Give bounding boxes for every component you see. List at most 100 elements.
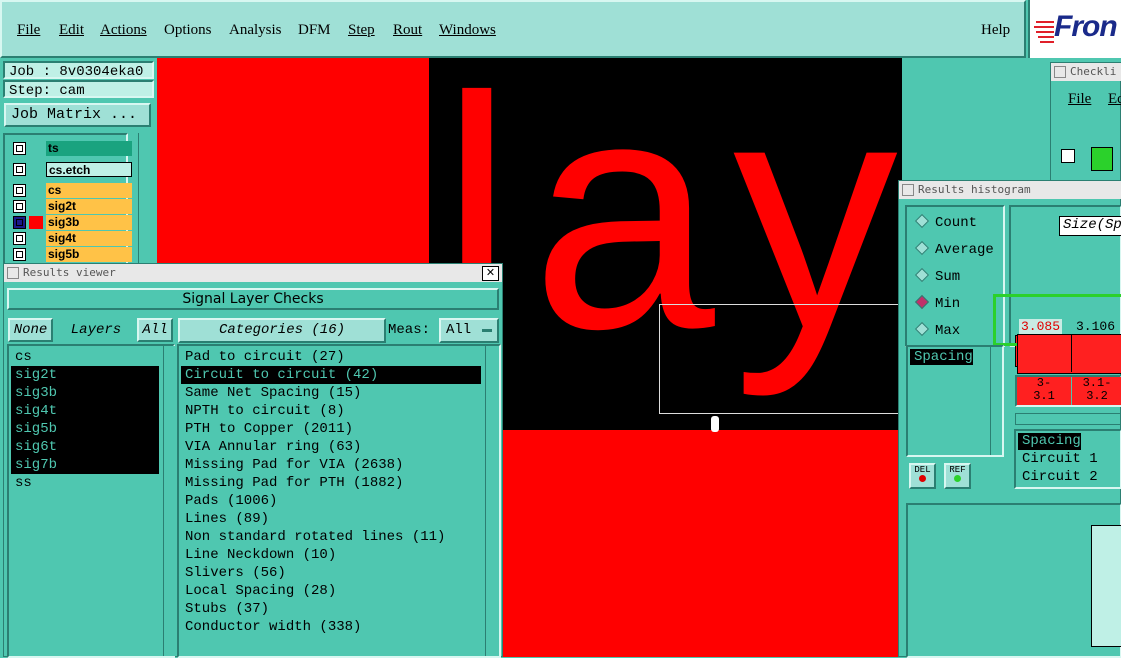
layer-row-ts[interactable]: ts (11, 141, 132, 156)
layer-checkbox[interactable] (13, 216, 26, 229)
category-list-item[interactable]: Non standard rotated lines (11) (181, 528, 481, 546)
close-icon[interactable]: ✕ (482, 266, 499, 281)
layer-list-item[interactable]: sig2t (11, 366, 159, 384)
layer-checkbox[interactable] (13, 184, 26, 197)
job-panel: Job : 8v0304eka0 Step: cam Job Matrix ..… (0, 58, 157, 268)
category-list-item[interactable]: Stubs (37) (181, 600, 481, 618)
layers-label: Layers (70, 322, 122, 338)
category-list-item[interactable]: Line Neckdown (10) (181, 546, 481, 564)
category-list-item[interactable]: Lines (89) (181, 510, 481, 528)
category-list-item[interactable]: Local Spacing (28) (181, 582, 481, 600)
menu-help[interactable]: Help (981, 22, 1010, 39)
option-sum[interactable]: Sum (914, 267, 960, 285)
window-menu-icon[interactable] (902, 184, 914, 196)
marker (711, 416, 719, 432)
layer-checkbox[interactable] (13, 163, 26, 176)
job-matrix-button[interactable]: Job Matrix ... (4, 103, 151, 127)
layer-list-item[interactable]: sig6t (11, 438, 159, 456)
categories-button[interactable]: Categories (16) (178, 318, 386, 343)
category-list-item[interactable]: Conductor width (338) (181, 618, 481, 636)
checklist-menu-file[interactable]: File (1068, 91, 1091, 108)
menu-step[interactable]: Step (348, 22, 375, 39)
results-viewer-titlebar[interactable]: Results viewer (4, 264, 502, 282)
menu-actions[interactable]: Actions (100, 22, 147, 39)
layer-row-sig4t[interactable]: sig4t (11, 231, 132, 246)
category-list-item[interactable]: PTH to Copper (2011) (181, 420, 481, 438)
layer-row-sig2t[interactable]: sig2t (11, 199, 132, 214)
categories-scrollbar[interactable] (485, 346, 497, 656)
meas-select[interactable]: All (439, 318, 499, 343)
check-icon[interactable] (1061, 149, 1075, 163)
layer-list-item[interactable]: sig7b (11, 456, 159, 474)
menu-analysis[interactable]: Analysis (229, 22, 282, 39)
histogram-bars[interactable] (1017, 334, 1121, 374)
layer-list-item[interactable]: sig5b (11, 420, 159, 438)
layer-list-item[interactable]: cs (11, 348, 159, 366)
layer-name: sig3b (46, 215, 132, 230)
layer-list: ts cs.etch cs sig2t sig3b sig4t sig5b (3, 133, 132, 268)
category-list-item[interactable]: NPTH to circuit (8) (181, 402, 481, 420)
layer-name: sig5b (46, 247, 132, 262)
none-button[interactable]: None (8, 318, 53, 342)
category-list-item[interactable]: Missing Pad for VIA (2638) (181, 456, 481, 474)
detail-item[interactable]: Spacing (1018, 433, 1081, 450)
layer-row-sig3b[interactable]: sig3b (11, 215, 132, 230)
brand-logo: Fron (1028, 0, 1121, 58)
category-list-item[interactable]: Slivers (56) (181, 564, 481, 582)
detail-list: Spacing Circuit 1 Circuit 2 (1014, 429, 1121, 489)
layers-scrollbar[interactable] (163, 346, 175, 656)
layer-list-item[interactable]: ss (11, 474, 159, 492)
menu-options[interactable]: Options (164, 22, 212, 39)
option-count[interactable]: Count (914, 213, 977, 231)
window-menu-icon[interactable] (1054, 66, 1066, 78)
layer-list-scrollbar[interactable] (138, 133, 150, 268)
detail-item[interactable]: Circuit 2 (1018, 469, 1098, 486)
categories-listbox: Pad to circuit (27) Circuit to circuit (4… (177, 344, 501, 658)
category-list-item[interactable]: Pads (1006) (181, 492, 481, 510)
menu-dfm[interactable]: DFM (298, 22, 331, 39)
all-layers-button[interactable]: All (137, 318, 173, 342)
category-list-item[interactable]: Same Net Spacing (15) (181, 384, 481, 402)
checklist-titlebar[interactable]: Checkli (1051, 63, 1121, 81)
drill-icon[interactable] (1091, 147, 1113, 171)
ref-button[interactable]: REF (944, 463, 971, 489)
histogram-hscrollbar[interactable] (1015, 413, 1121, 425)
layer-checkbox[interactable] (13, 142, 26, 155)
option-max[interactable]: Max (914, 321, 960, 339)
menu-file[interactable]: File (17, 22, 40, 39)
layer-checkbox[interactable] (13, 200, 26, 213)
detail-item[interactable]: Circuit 1 (1018, 451, 1098, 468)
bin-label: 3- 3.1 (1017, 377, 1071, 405)
layer-row-cs[interactable]: cs (11, 183, 132, 198)
measure-item-spacing[interactable]: Spacing (910, 349, 973, 365)
copper-region (502, 430, 902, 657)
layer-checkbox[interactable] (13, 248, 26, 261)
results-viewer-window: Results viewer ✕ Signal Layer Checks Non… (3, 263, 503, 658)
layer-checkbox[interactable] (13, 232, 26, 245)
layer-row-cs-etch[interactable]: cs.etch (11, 162, 132, 177)
histogram-titlebar[interactable]: Results histogram (899, 181, 1121, 199)
layer-row-sig5b[interactable]: sig5b (11, 247, 132, 262)
measure-list-scrollbar[interactable] (990, 347, 1002, 455)
option-min[interactable]: Min (914, 294, 960, 312)
del-button[interactable]: DEL (909, 463, 936, 489)
menu-edit[interactable]: Edit (59, 22, 84, 39)
layer-name: sig4t (46, 231, 132, 246)
layer-color-swatch (29, 216, 43, 229)
option-average[interactable]: Average (914, 240, 994, 258)
stat-options: Count Average Sum Min Max (905, 205, 1005, 347)
layer-list-item[interactable]: sig4t (11, 402, 159, 420)
checklist-menu-edit[interactable]: Ed (1108, 91, 1121, 108)
meas-label: Meas: (388, 322, 431, 338)
job-label: Job : 8v0304eka0 (3, 61, 154, 80)
layer-list-item[interactable]: sig3b (11, 384, 159, 402)
category-list-item[interactable]: Missing Pad for PTH (1882) (181, 474, 481, 492)
window-menu-icon[interactable] (7, 267, 19, 279)
step-label: Step: cam (3, 80, 154, 99)
menu-rout[interactable]: Rout (393, 22, 422, 39)
category-list-item[interactable]: VIA Annular ring (63) (181, 438, 481, 456)
category-list-item[interactable]: Pad to circuit (27) (181, 348, 481, 366)
menu-windows[interactable]: Windows (439, 22, 496, 39)
category-list-item[interactable]: Circuit to circuit (42) (181, 366, 481, 384)
layer-name: cs.etch (46, 162, 132, 177)
